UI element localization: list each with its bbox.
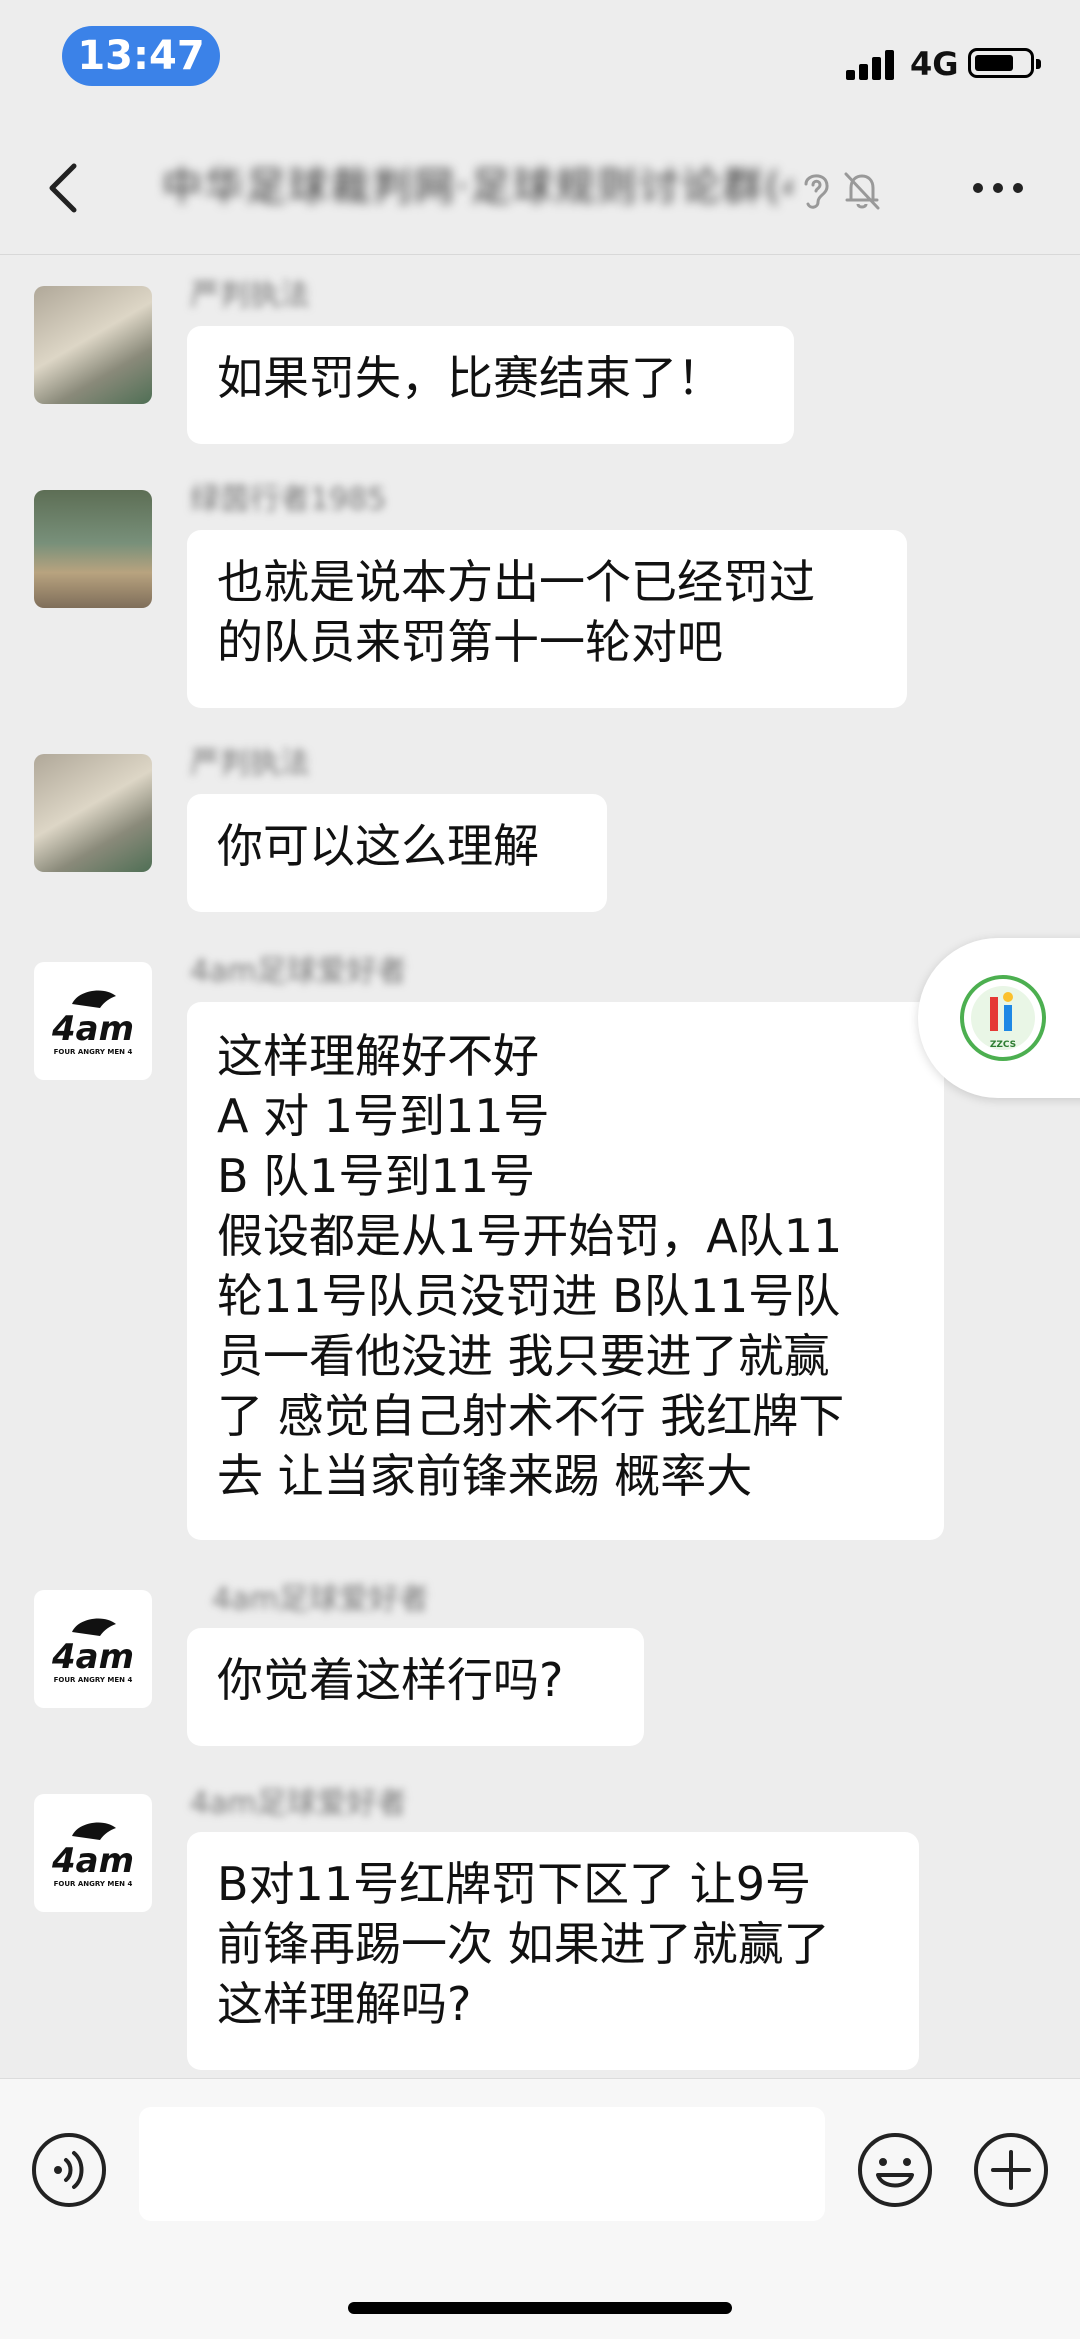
message-text: 你可以这么理解 bbox=[217, 819, 539, 873]
message-input[interactable] bbox=[139, 2107, 825, 2221]
signal-icon bbox=[846, 48, 898, 80]
message-text: 前锋再踢一次 如果进了就赢了 bbox=[217, 1917, 830, 1971]
plus-icon[interactable] bbox=[972, 2131, 1050, 2209]
message-text: 去 让当家前锋来踢 概率大 bbox=[217, 1449, 753, 1503]
message-text: B 队1号到11号 bbox=[217, 1149, 535, 1203]
avatar-4am[interactable]: 4am FOUR ANGRY MEN 4 bbox=[34, 962, 152, 1080]
message-text: 了 感觉自己射术不行 我红牌下 bbox=[217, 1389, 845, 1443]
network-type: 4G bbox=[910, 45, 959, 83]
more-icon[interactable] bbox=[970, 180, 1026, 196]
message-bubble[interactable]: 也就是说本方出一个已经罚过 的队员来罚第十一轮对吧 bbox=[187, 530, 907, 708]
avatar[interactable] bbox=[34, 754, 152, 872]
back-arrow-icon[interactable] bbox=[40, 158, 92, 218]
sender-name: 4am足球爱好者 bbox=[190, 1786, 407, 1821]
message-bubble[interactable]: 你可以这么理解 bbox=[187, 794, 607, 912]
message-text: 这样理解好不好 bbox=[217, 1029, 539, 1083]
status-time: 13:47 bbox=[62, 26, 220, 86]
message-text: 的队员来罚第十一轮对吧 bbox=[217, 615, 723, 669]
zzcs-logo-icon: ZZCS bbox=[960, 975, 1046, 1061]
svg-text:4am: 4am bbox=[51, 1841, 134, 1881]
sender-name: 4am足球爱好者 bbox=[190, 954, 407, 989]
chat-title: 中华足球裁判网·足球规则讨论群(481) bbox=[162, 164, 792, 210]
emoji-icon[interactable] bbox=[856, 2131, 934, 2209]
svg-text:FOUR ANGRY MEN 4: FOUR ANGRY MEN 4 bbox=[54, 1048, 133, 1056]
4am-logo: 4am FOUR ANGRY MEN 4 bbox=[51, 990, 134, 1056]
sender-name: 严判执法 bbox=[190, 278, 310, 313]
message-bubble[interactable]: 这样理解好不好 A 对 1号到11号 B 队1号到11号 假设都是从1号开始罚，… bbox=[187, 1002, 944, 1540]
message-text: A 对 1号到11号 bbox=[217, 1089, 550, 1143]
svg-text:FOUR ANGRY MEN 4: FOUR ANGRY MEN 4 bbox=[54, 1880, 133, 1888]
status-bar: 13:47 4G bbox=[0, 0, 1080, 120]
avatar[interactable] bbox=[34, 286, 152, 404]
message-text: B对11号红牌罚下区了 让9号 bbox=[217, 1857, 811, 1911]
message-text: 假设都是从1号开始罚，A队11 bbox=[217, 1209, 843, 1263]
message-text: 如果罚失，比赛结束了！ bbox=[217, 351, 723, 405]
avatar-4am[interactable]: 4am FOUR ANGRY MEN 4 bbox=[34, 1794, 152, 1912]
chat-header: 中华足球裁判网·足球规则讨论群(481) bbox=[0, 120, 1080, 255]
4am-logo: 4am FOUR ANGRY MEN 4 bbox=[51, 1822, 134, 1888]
svg-text:FOUR ANGRY MEN 4: FOUR ANGRY MEN 4 bbox=[54, 1676, 133, 1684]
message-text: 轮11号队员没罚进 B队11号队 bbox=[217, 1269, 841, 1323]
message-text: 也就是说本方出一个已经罚过 bbox=[217, 555, 815, 609]
sender-name: 绿茵行者1985 bbox=[190, 482, 387, 517]
battery-icon bbox=[968, 48, 1041, 78]
mute-bell-icon bbox=[844, 172, 880, 210]
input-bar bbox=[0, 2078, 1080, 2339]
4am-logo: 4am FOUR ANGRY MEN 4 bbox=[51, 1618, 134, 1684]
sender-name: 4am足球爱好者 bbox=[212, 1582, 429, 1617]
ear-icon bbox=[804, 174, 829, 209]
message-bubble[interactable]: B对11号红牌罚下区了 让9号 前锋再踢一次 如果进了就赢了 这样理解吗? bbox=[187, 1832, 919, 2070]
svg-text:4am: 4am bbox=[51, 1009, 134, 1049]
message-text: 员一看他没进 我只要进了就赢 bbox=[217, 1329, 830, 1383]
svg-text:4am: 4am bbox=[51, 1637, 134, 1677]
message-text: 你觉着这样行吗? bbox=[217, 1653, 564, 1707]
avatar[interactable] bbox=[34, 490, 152, 608]
avatar-4am[interactable]: 4am FOUR ANGRY MEN 4 bbox=[34, 1590, 152, 1708]
home-indicator[interactable] bbox=[348, 2302, 732, 2314]
voice-icon[interactable] bbox=[30, 2131, 108, 2209]
floating-badge[interactable]: ZZCS bbox=[918, 938, 1080, 1098]
svg-text:ZZCS: ZZCS bbox=[990, 1040, 1016, 1050]
message-text: 这样理解吗? bbox=[217, 1977, 472, 2031]
message-bubble[interactable]: 你觉着这样行吗? bbox=[187, 1628, 644, 1746]
sender-name: 严判执法 bbox=[190, 746, 310, 781]
message-bubble[interactable]: 如果罚失，比赛结束了！ bbox=[187, 326, 794, 444]
